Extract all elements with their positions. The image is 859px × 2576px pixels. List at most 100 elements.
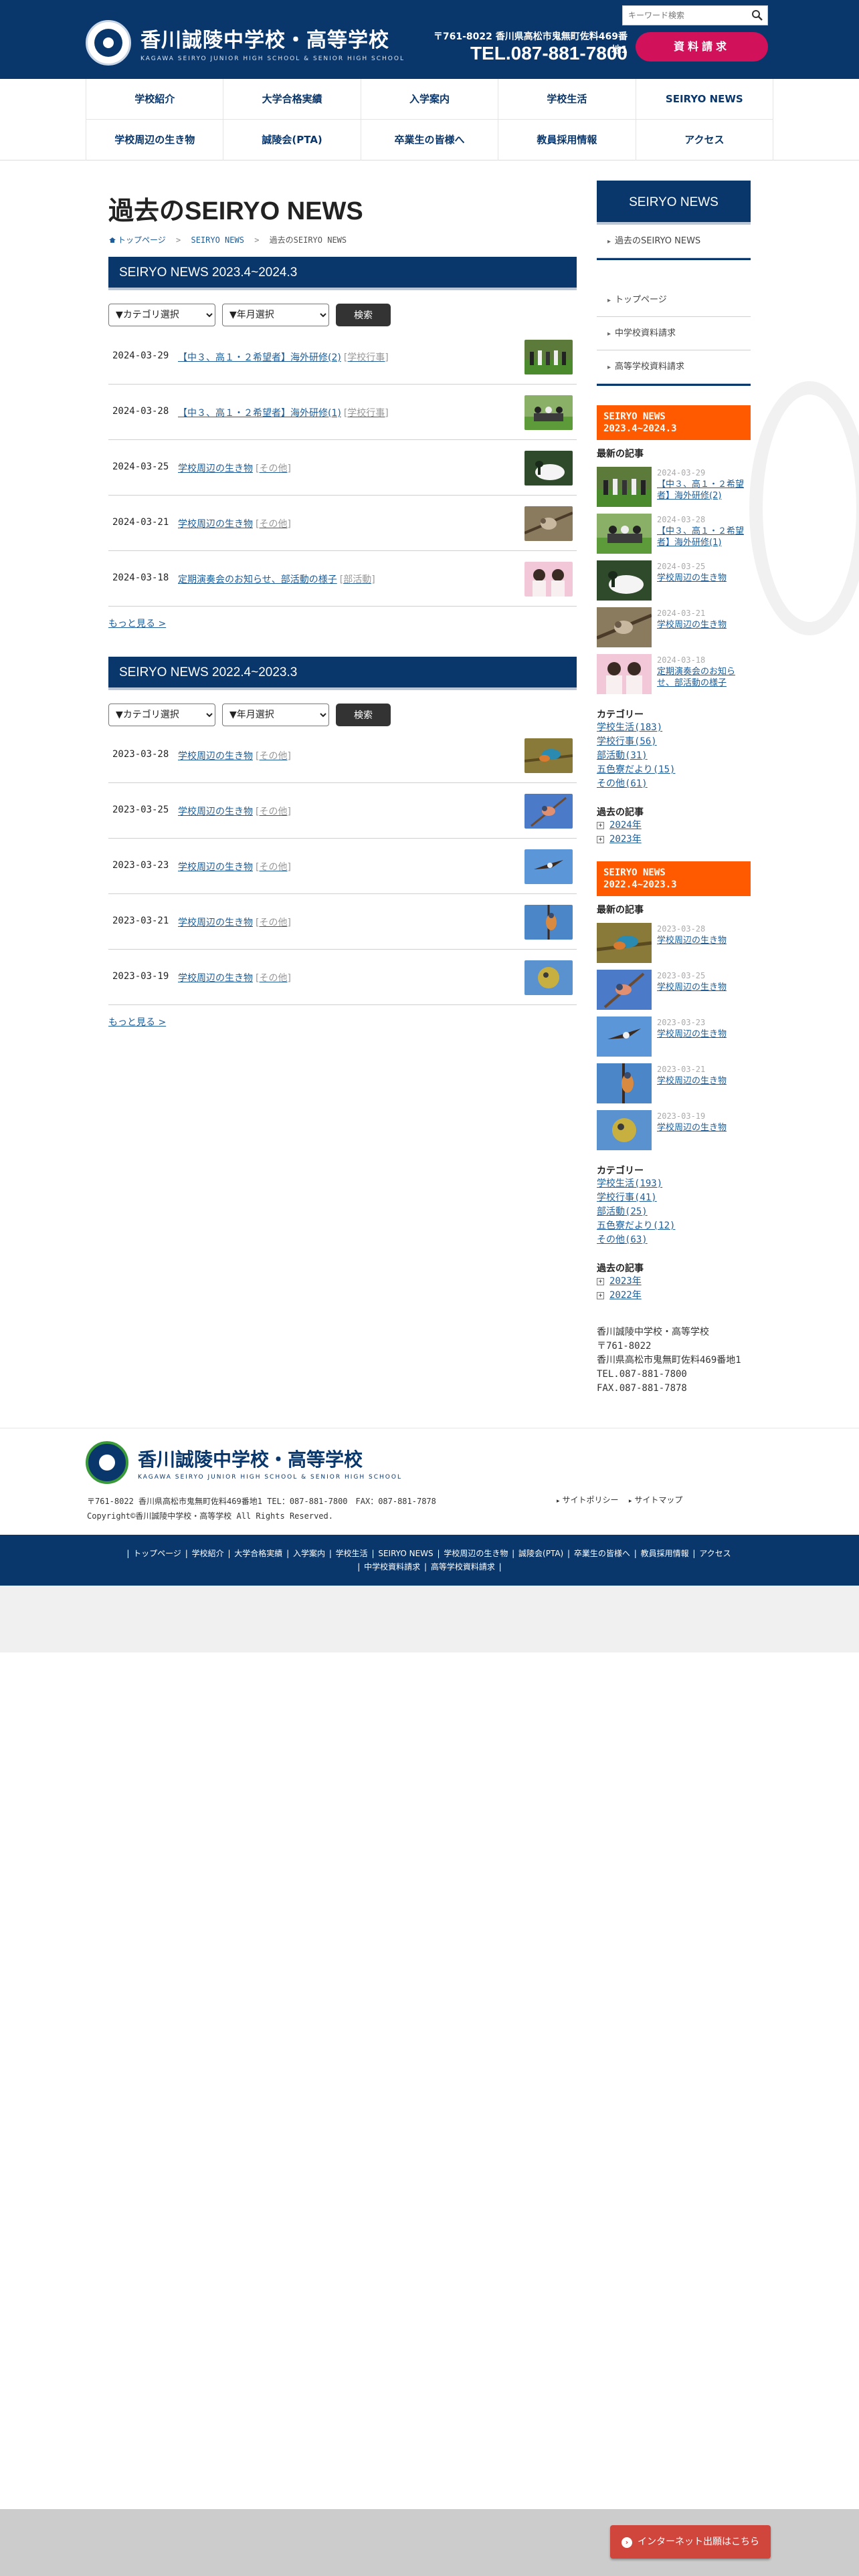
footer-nav-item[interactable]: 卒業生の皆様へ (574, 1549, 630, 1558)
footer-nav-item[interactable]: 誠陵会(PTA) (518, 1549, 563, 1558)
footer-nav-item[interactable]: 学校周辺の生き物 (444, 1549, 508, 1558)
sidebar-news-item[interactable]: 2023-03-28 学校周辺の生き物 (597, 923, 751, 967)
nav-item-university-results[interactable]: 大学合格実績 (223, 79, 360, 119)
sidebar-news-item[interactable]: 2024-03-29 【中３、高１・２希望者】海外研修(2) (597, 467, 751, 511)
news-title-link[interactable]: 学校周辺の生き物 [その他] (178, 860, 291, 873)
category-link[interactable]: 部活動(31) (597, 749, 675, 763)
news-title-link[interactable]: 学校周辺の生き物 [その他] (178, 971, 291, 984)
nav-item-school-life[interactable]: 学校生活 (498, 79, 635, 119)
footer-nav-item[interactable]: 学校生活 (336, 1549, 368, 1558)
breadcrumb-seiryo-news[interactable]: SEIRYO NEWS (191, 235, 244, 245)
news-title-link[interactable]: 学校周辺の生き物 [その他] (178, 916, 291, 929)
month-select[interactable]: ▼年月選択 (222, 704, 329, 726)
news-title-link[interactable]: 【中３、高１・２希望者】海外研修(1) [学校行事] (178, 406, 389, 419)
footer-nav-item[interactable]: 学校紹介 (192, 1549, 224, 1558)
footer-link-policy[interactable]: サイトポリシー (557, 1495, 619, 1505)
nav-item-access[interactable]: アクセス (635, 120, 774, 160)
archive-year[interactable]: +2023年 (597, 1275, 642, 1289)
sidebar-news-title[interactable]: 学校周辺の生き物 (657, 1122, 751, 1134)
expand-icon[interactable]: + (597, 836, 604, 843)
category-link[interactable]: 部活動(25) (597, 1205, 675, 1219)
sidebar-news-title[interactable]: 学校周辺の生き物 (657, 1029, 751, 1040)
expand-icon[interactable]: + (597, 1278, 604, 1285)
sidebar-news-title[interactable]: 学校周辺の生き物 (657, 572, 751, 584)
footer-nav-item[interactable]: アクセス (699, 1549, 731, 1558)
footer-nav-item[interactable]: トップページ (133, 1549, 181, 1558)
news-thumbnail[interactable] (524, 451, 573, 486)
category-link[interactable]: 学校行事(41) (597, 1191, 675, 1205)
footer-link-sitemap[interactable]: サイトマップ (629, 1495, 683, 1505)
sidebar-link-hs-request[interactable]: 高等学校資料請求 (597, 350, 751, 384)
category-link[interactable]: 学校行事(56) (597, 735, 675, 749)
category-link[interactable]: その他(61) (597, 777, 675, 791)
sidebar-news-item[interactable]: 2024-03-18 定期演奏会のお知らせ、部活動の様子 (597, 654, 751, 698)
sidebar-news-item[interactable]: 2023-03-25 学校周辺の生き物 (597, 970, 751, 1014)
news-thumbnail[interactable] (524, 395, 573, 430)
footer-nav-item[interactable]: 高等学校資料請求 (431, 1562, 495, 1572)
category-link[interactable]: 学校生活(183) (597, 721, 675, 735)
sidebar-news-item[interactable]: 2023-03-19 学校周辺の生き物 (597, 1110, 751, 1154)
category-link[interactable]: 五色寮だより(12) (597, 1219, 675, 1233)
footer-nav-item[interactable]: 大学合格実績 (234, 1549, 282, 1558)
sidebar-link-top[interactable]: トップページ (597, 284, 751, 317)
search-icon[interactable] (751, 9, 763, 21)
category-link[interactable]: 学校生活(193) (597, 1177, 675, 1191)
footer-logo[interactable]: 香川誠陵中学校・高等学校 KAGAWA SEIRYO JUNIOR HIGH S… (86, 1441, 402, 1484)
news-thumbnail[interactable] (524, 340, 573, 374)
sidebar-link-jhs-request[interactable]: 中学校資料請求 (597, 317, 751, 350)
news-title-link[interactable]: 学校周辺の生き物 [その他] (178, 461, 291, 475)
news-thumbnail[interactable] (524, 738, 573, 773)
news-thumbnail[interactable] (524, 849, 573, 884)
news-title-link[interactable]: 学校周辺の生き物 [その他] (178, 749, 291, 762)
sidebar-news-item[interactable]: 2023-03-23 学校周辺の生き物 (597, 1016, 751, 1061)
footer-nav-item[interactable]: 中学校資料請求 (364, 1562, 420, 1572)
sidebar-news-item[interactable]: 2024-03-25 学校周辺の生き物 (597, 560, 751, 605)
sidebar-news-item[interactable]: 2024-03-21 学校周辺の生き物 (597, 607, 751, 651)
sidebar-news-item[interactable]: 2024-03-28 【中３、高１・２希望者】海外研修(1) (597, 514, 751, 558)
nav-item-recruitment[interactable]: 教員採用情報 (498, 120, 635, 160)
category-select[interactable]: ▼カテゴリ選択 (108, 304, 215, 326)
filter-search-button[interactable]: 検索 (336, 304, 391, 326)
sidebar-news-title[interactable]: 定期演奏会のお知らせ、部活動の様子 (657, 666, 751, 689)
filter-search-button[interactable]: 検索 (336, 704, 391, 726)
footer-nav-item[interactable]: SEIRYO NEWS (378, 1549, 433, 1558)
request-materials-button[interactable]: 資料請求 (636, 32, 768, 62)
nav-item-school-intro[interactable]: 学校紹介 (86, 79, 223, 119)
expand-icon[interactable]: + (597, 1292, 604, 1299)
nav-item-admission[interactable]: 入学案内 (360, 79, 498, 119)
header-tel[interactable]: TEL.087-881-7800 (425, 43, 628, 64)
nav-item-creatures[interactable]: 学校周辺の生き物 (86, 120, 223, 160)
news-title-link[interactable]: 学校周辺の生き物 [その他] (178, 804, 291, 818)
news-thumbnail[interactable] (524, 506, 573, 541)
breadcrumb-home[interactable]: トップページ (118, 235, 166, 245)
sidebar-news-title[interactable]: 学校周辺の生き物 (657, 935, 751, 946)
category-link[interactable]: その他(63) (597, 1233, 675, 1247)
category-link[interactable]: 五色寮だより(15) (597, 763, 675, 777)
archive-year[interactable]: +2024年 (597, 819, 642, 833)
more-link[interactable]: もっと見る > (108, 617, 166, 630)
more-link[interactable]: もっと見る > (108, 1015, 166, 1029)
sidebar-news-item[interactable]: 2023-03-21 学校周辺の生き物 (597, 1063, 751, 1107)
news-thumbnail[interactable] (524, 960, 573, 995)
news-thumbnail[interactable] (524, 794, 573, 829)
news-thumbnail[interactable] (524, 562, 573, 597)
sidebar-news-title[interactable]: 【中３、高１・２希望者】海外研修(2) (657, 479, 751, 502)
sidebar-link-past-news[interactable]: 過去のSEIRYO NEWS (597, 225, 751, 258)
online-application-button[interactable]: › インターネット出願はこちら (610, 2525, 771, 2559)
sidebar-news-title[interactable]: 【中３、高１・２希望者】海外研修(1) (657, 526, 751, 548)
archive-year[interactable]: +2023年 (597, 833, 642, 847)
site-logo[interactable]: 香川誠陵中学校・高等学校 KAGAWA SEIRYO JUNIOR HIGH S… (86, 20, 405, 66)
category-select[interactable]: ▼カテゴリ選択 (108, 704, 215, 726)
nav-item-graduates[interactable]: 卒業生の皆様へ (360, 120, 498, 160)
nav-item-seiryo-news[interactable]: SEIRYO NEWS (635, 79, 774, 119)
archive-year[interactable]: +2022年 (597, 1289, 642, 1303)
sidebar-news-title[interactable]: 学校周辺の生き物 (657, 619, 751, 631)
news-thumbnail[interactable] (524, 905, 573, 940)
search-input[interactable] (623, 6, 743, 25)
month-select[interactable]: ▼年月選択 (222, 304, 329, 326)
news-title-link[interactable]: 学校周辺の生き物 [その他] (178, 517, 291, 530)
nav-item-pta[interactable]: 誠陵会(PTA) (223, 120, 360, 160)
sidebar-news-title[interactable]: 学校周辺の生き物 (657, 982, 751, 993)
expand-icon[interactable]: + (597, 822, 604, 829)
footer-nav-item[interactable]: 教員採用情報 (641, 1549, 689, 1558)
